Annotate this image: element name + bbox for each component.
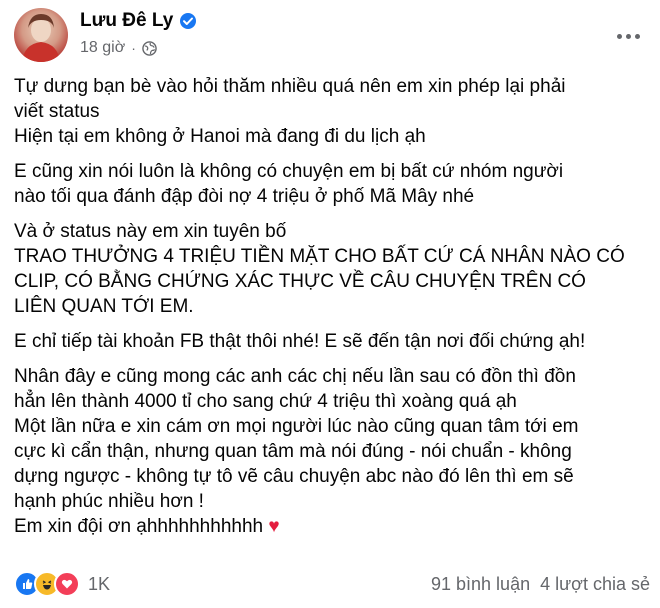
author-avatar[interactable] (14, 8, 68, 62)
reactions-summary[interactable]: 1K (14, 571, 110, 597)
post-text-line: dựng ngược - không tự tô vẽ câu chuyện a… (14, 466, 574, 487)
post-text-line: nào tối qua đánh đập đòi nợ 4 triệu ở ph… (14, 186, 475, 207)
post-text-line: Tự dưng bạn bè vào hỏi thăm nhiều quá nê… (14, 76, 566, 97)
post-closing-text: Em xin đội ơn ạhhhhhhhhhhh (14, 516, 264, 537)
meta-separator: · (131, 40, 136, 56)
post-body: Tự dưng bạn bè vào hỏi thăm nhiều quá nê… (14, 74, 650, 549)
author-name-row: Lưu Đê Ly (80, 10, 197, 32)
reaction-count[interactable]: 1K (88, 574, 110, 595)
post-text-line: E cũng xin nói luôn là không có chuyện e… (14, 161, 564, 182)
facebook-post: Lưu Đê Ly 18 giờ · Tự dưng bạn bè vào hỏ… (0, 0, 660, 608)
author-name[interactable]: Lưu Đê Ly (80, 10, 173, 32)
post-paragraph: E chỉ tiếp tài khoản FB thật thôi nhé! E… (14, 329, 650, 354)
heart-emoji-icon: ♥ (268, 516, 280, 537)
post-paragraph: Và ở status này em xin tuyên bố TRAO THƯ… (14, 219, 650, 319)
post-paragraph: Nhân đây e cũng mong các anh các chị nếu… (14, 364, 650, 539)
post-text-line: LIÊN QUAN TỚI EM. (14, 296, 194, 317)
post-text-line: CLIP, CÓ BẰNG CHỨNG XÁC THỰC VỀ CÂU CHUY… (14, 271, 586, 292)
post-timestamp[interactable]: 18 giờ (80, 39, 125, 57)
post-paragraph: Tự dưng bạn bè vào hỏi thăm nhiều quá nê… (14, 74, 650, 149)
more-options-button[interactable] (610, 18, 646, 54)
more-dot-icon (634, 33, 640, 39)
globe-icon[interactable] (142, 40, 157, 56)
post-text-line: E chỉ tiếp tài khoản FB thật thôi nhé! E… (14, 331, 586, 352)
post-paragraph: E cũng xin nói luôn là không có chuyện e… (14, 159, 650, 209)
post-text-line: hạnh phúc nhiều hơn ! (14, 491, 204, 512)
post-text-line: Hiện tại em không ở Hanoi mà đang đi du … (14, 126, 426, 147)
post-text-line: viết status (14, 101, 100, 122)
post-text-line: Một lần nữa e xin cám ơn mọi người lúc n… (14, 416, 579, 437)
post-meta: 18 giờ · (80, 39, 157, 57)
post-header: Lưu Đê Ly 18 giờ · (14, 6, 646, 62)
love-icon (54, 571, 80, 597)
shares-count-link[interactable]: 4 lượt chia sẻ (540, 574, 650, 595)
more-dot-icon (625, 33, 631, 39)
post-stats: 91 bình luận 4 lượt chia sẻ (431, 574, 650, 595)
post-text-line: hẳn lên thành 4000 tỉ cho sang chứ 4 tri… (14, 391, 517, 412)
post-text-line: Em xin đội ơn ạhhhhhhhhhhh ♥ (14, 514, 650, 539)
verified-badge-icon (179, 12, 197, 30)
post-footer: 1K 91 bình luận 4 lượt chia sẻ (14, 569, 650, 599)
more-dot-icon (616, 33, 622, 39)
post-text-line: cực kì cẩn thận, nhưng quan tâm mà nói đ… (14, 441, 572, 462)
post-text-line: Nhân đây e cũng mong các anh các chị nếu… (14, 366, 576, 387)
post-text-line: Và ở status này em xin tuyên bố (14, 221, 287, 242)
post-text-line: TRAO THƯỞNG 4 TRIỆU TIỀN MẶT CHO BẤT CỨ … (14, 246, 625, 267)
comments-count-link[interactable]: 91 bình luận (431, 574, 530, 595)
